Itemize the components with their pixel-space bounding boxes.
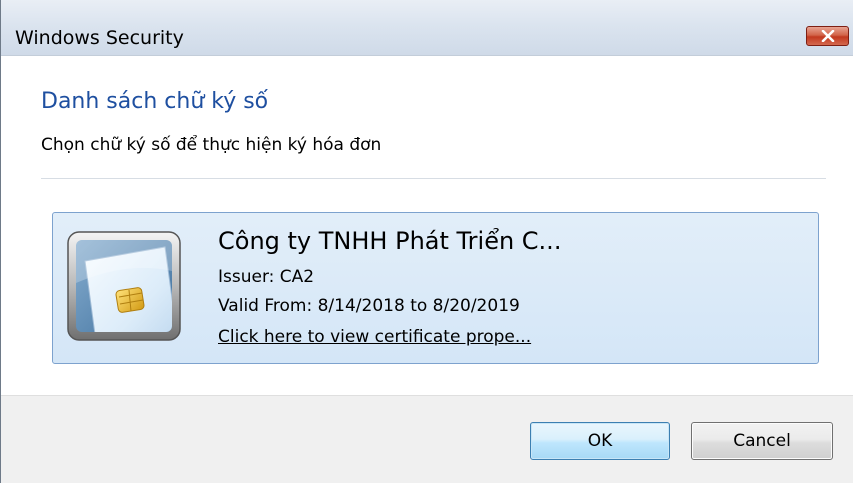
- dialog-subheading: Chọn chữ ký số để thực hiện ký hóa đơn: [41, 135, 382, 155]
- title-bar[interactable]: Windows Security: [1, 0, 853, 56]
- certificate-tile[interactable]: Công ty TNHH Phát Triển C... Issuer: CA2…: [52, 212, 819, 364]
- close-icon: [807, 27, 848, 45]
- divider: [41, 178, 826, 179]
- dialog-heading: Danh sách chữ ký số: [41, 89, 269, 114]
- windows-security-dialog: Windows Security Danh sách chữ ký số Chọ…: [0, 0, 853, 483]
- window-title: Windows Security: [15, 27, 184, 49]
- smart-card-icon: [67, 231, 181, 341]
- certificate-name: Công ty TNHH Phát Triển C...: [218, 227, 562, 255]
- button-bar: OK Cancel: [1, 395, 853, 483]
- cancel-button[interactable]: Cancel: [691, 422, 833, 460]
- certificate-issuer: Issuer: CA2: [218, 267, 315, 287]
- ok-button[interactable]: OK: [530, 422, 670, 460]
- certificate-validity: Valid From: 8/14/2018 to 8/20/2019: [218, 296, 520, 316]
- dialog-content: Danh sách chữ ký số Chọn chữ ký số để th…: [1, 56, 853, 395]
- close-button[interactable]: [806, 26, 849, 46]
- view-certificate-properties-link[interactable]: Click here to view certificate prope...: [218, 327, 531, 347]
